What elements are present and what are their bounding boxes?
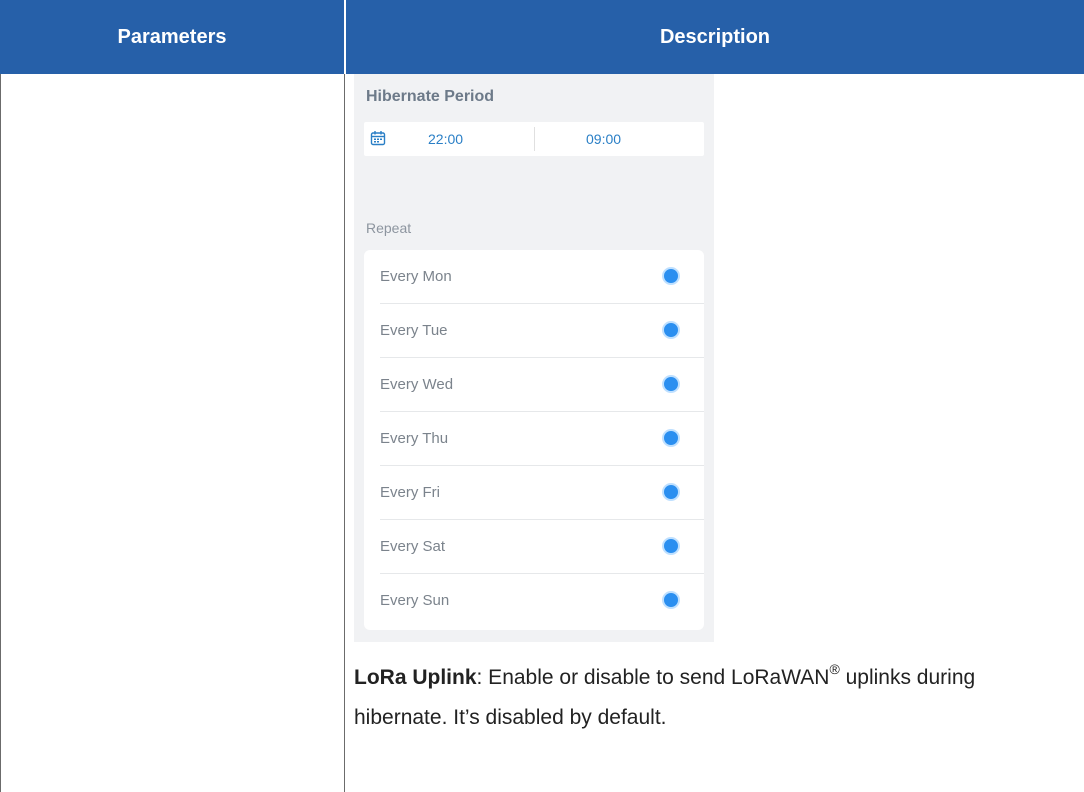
lora-uplink-description: LoRa Uplink: Enable or disable to send L…: [354, 658, 1074, 738]
radio-selected-icon[interactable]: [662, 321, 680, 339]
table-header: Parameters Description: [0, 0, 1084, 74]
radio-selected-icon[interactable]: [662, 267, 680, 285]
repeat-day-tue[interactable]: Every Tue: [364, 304, 704, 358]
table-left-border: [0, 74, 1, 792]
lora-uplink-term: LoRa Uplink: [354, 666, 477, 689]
start-time[interactable]: 22:00: [428, 122, 463, 156]
day-label: Every Sat: [380, 538, 446, 555]
day-label: Every Wed: [380, 376, 454, 393]
radio-selected-icon[interactable]: [662, 537, 680, 555]
description-text-1: : Enable or disable to send LoRaWAN: [476, 666, 830, 689]
parameters-table: Parameters Description Hibernate Period …: [0, 0, 1084, 792]
repeat-day-sun[interactable]: Every Sun: [364, 574, 704, 628]
day-label: Every Sun: [380, 592, 450, 609]
radio-selected-icon[interactable]: [662, 375, 680, 393]
day-label: Every Tue: [380, 322, 448, 339]
day-label: Every Mon: [380, 268, 452, 285]
repeat-label: Repeat: [366, 220, 412, 236]
repeat-day-list: Every Mon Every Tue Every Wed Every Thu: [364, 250, 704, 630]
registered-mark: ®: [829, 661, 840, 677]
repeat-day-sat[interactable]: Every Sat: [364, 520, 704, 574]
repeat-day-thu[interactable]: Every Thu: [364, 412, 704, 466]
repeat-day-mon[interactable]: Every Mon: [364, 250, 704, 304]
header-description: Description: [659, 26, 771, 48]
radio-selected-icon[interactable]: [662, 591, 680, 609]
repeat-day-wed[interactable]: Every Wed: [364, 358, 704, 412]
radio-selected-icon[interactable]: [662, 483, 680, 501]
header-parameters: Parameters: [117, 26, 227, 48]
end-time[interactable]: 09:00: [586, 122, 621, 156]
hibernate-period-picker[interactable]: 22:00 09:00: [364, 122, 704, 156]
table-column-border: [344, 74, 345, 792]
period-separator: [534, 127, 535, 151]
day-label: Every Fri: [380, 484, 440, 501]
calendar-icon: [370, 131, 386, 146]
radio-selected-icon[interactable]: [662, 429, 680, 447]
repeat-day-fri[interactable]: Every Fri: [364, 466, 704, 520]
hibernate-settings-screenshot: Hibernate Period 22:00 09:00 Repeat Ever…: [354, 74, 714, 642]
day-label: Every Thu: [380, 430, 449, 447]
hibernate-period-title: Hibernate Period: [366, 88, 495, 105]
